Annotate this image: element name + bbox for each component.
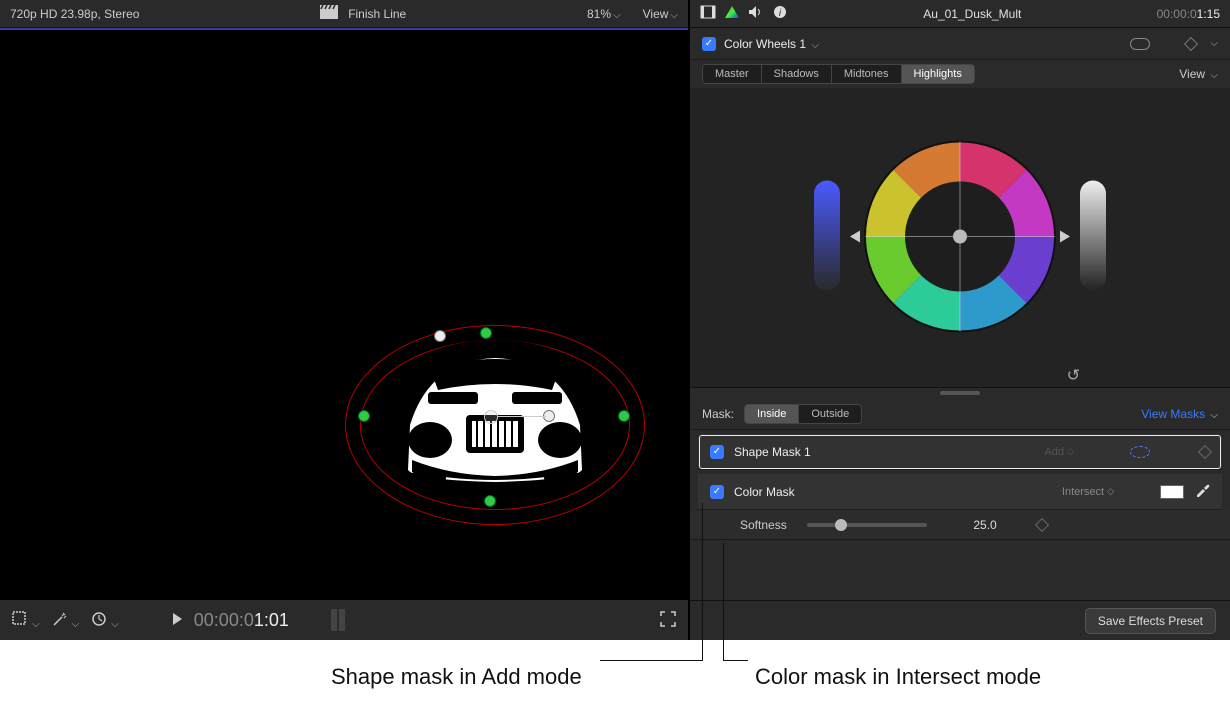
save-effects-preset-button[interactable]: Save Effects Preset bbox=[1085, 608, 1216, 634]
keyframe-icon[interactable] bbox=[1184, 36, 1198, 50]
color-mask-name: Color Mask bbox=[734, 485, 795, 499]
eyedropper-icon[interactable] bbox=[1194, 482, 1210, 501]
audio-meters bbox=[331, 609, 345, 631]
color-mask-checkbox[interactable]: ✓ bbox=[710, 485, 724, 499]
inspector-panel: i Au_01_Dusk_Mult 00:00:01:15 ✓ Color Wh… bbox=[690, 0, 1230, 640]
viewer-toolbar: 720p HD 23.98p, Stereo Finish Line 81%⌵ … bbox=[0, 0, 688, 28]
view-masks-dropdown[interactable]: View Masks ⌵ bbox=[1141, 407, 1218, 421]
viewer-canvas[interactable] bbox=[0, 28, 688, 600]
saturation-arc[interactable] bbox=[814, 180, 840, 290]
clip-name: Finish Line bbox=[348, 7, 406, 21]
viewer-transport-bar: ⌵ ⌵ ⌵ 00:00:01:01 bbox=[0, 600, 688, 640]
brightness-arc[interactable] bbox=[1080, 180, 1106, 290]
mask-radius-line bbox=[498, 416, 546, 417]
shape-mask-keyframe-icon[interactable] bbox=[1198, 444, 1212, 458]
clapperboard-icon bbox=[320, 5, 338, 22]
mask-center-handle[interactable] bbox=[484, 410, 498, 424]
wheel-tab-shadows[interactable]: Shadows bbox=[762, 65, 832, 83]
mask-mode-segmented: Inside Outside bbox=[744, 404, 862, 424]
softness-keyframe-icon[interactable] bbox=[1035, 517, 1049, 531]
viewer-panel: 720p HD 23.98p, Stereo Finish Line 81%⌵ … bbox=[0, 0, 690, 640]
inspector-footer: Save Effects Preset bbox=[690, 600, 1230, 640]
wheel-tabs-segmented: Master Shadows Midtones Highlights bbox=[702, 64, 975, 84]
annotation-color-label: Color mask in Intersect mode bbox=[755, 664, 1041, 690]
retime-tool-dropdown[interactable]: ⌵ bbox=[91, 611, 119, 630]
shape-mask-ellipse-icon[interactable] bbox=[1130, 446, 1150, 458]
softness-slider[interactable] bbox=[807, 523, 927, 527]
viewer-timecode[interactable]: 00:00:01:01 bbox=[194, 610, 289, 631]
softness-row: Softness 25.0 bbox=[690, 510, 1230, 540]
annotation-leader-color bbox=[723, 543, 724, 660]
mask-header-row: Mask: Inside Outside View Masks ⌵ bbox=[690, 398, 1230, 430]
color-mask-swatch[interactable] bbox=[1160, 485, 1184, 499]
shape-mask-checkbox[interactable]: ✓ bbox=[710, 445, 724, 459]
annotation-leader-shape bbox=[702, 503, 703, 660]
mask-handle-right[interactable] bbox=[618, 410, 630, 422]
zoom-dropdown[interactable]: 81%⌵ bbox=[587, 7, 621, 21]
shape-mask-name: Shape Mask 1 bbox=[734, 445, 811, 459]
color-wheel[interactable] bbox=[840, 116, 1080, 356]
fullscreen-icon[interactable] bbox=[660, 611, 676, 630]
mask-handle-top-inner[interactable] bbox=[480, 327, 492, 339]
shape-mask-row[interactable]: ✓ Shape Mask 1 Add ◇ bbox=[698, 434, 1222, 470]
mask-handle-left[interactable] bbox=[358, 410, 370, 422]
mask-handle-top[interactable] bbox=[434, 330, 446, 342]
annotation-shape-label: Shape mask in Add mode bbox=[331, 664, 582, 690]
wheel-tab-midtones[interactable]: Midtones bbox=[832, 65, 902, 83]
mask-mode-inside[interactable]: Inside bbox=[745, 405, 799, 423]
effect-name-dropdown[interactable]: Color Wheels 1 ⌵ bbox=[724, 37, 819, 51]
color-wheel-area: ↺ bbox=[690, 88, 1230, 388]
wheel-tab-master[interactable]: Master bbox=[703, 65, 762, 83]
color-icon[interactable] bbox=[724, 5, 740, 22]
color-mask-mode-dropdown[interactable]: Intersect ◇ bbox=[1056, 484, 1120, 500]
mask-handle-bottom[interactable] bbox=[484, 495, 496, 507]
wheel-tab-row: Master Shadows Midtones Highlights View … bbox=[690, 60, 1230, 88]
play-button[interactable] bbox=[173, 613, 182, 628]
view-dropdown[interactable]: View⌵ bbox=[643, 7, 678, 21]
info-icon[interactable]: i bbox=[772, 5, 788, 22]
inspector-tabs: i Au_01_Dusk_Mult 00:00:01:15 bbox=[690, 0, 1230, 28]
wheel-tab-highlights[interactable]: Highlights bbox=[902, 65, 974, 83]
speaker-icon[interactable] bbox=[748, 5, 764, 22]
shape-mask-mode-dropdown[interactable]: Add ◇ bbox=[1039, 444, 1081, 460]
enhance-tool-dropdown[interactable]: ⌵ bbox=[52, 611, 80, 630]
film-icon[interactable] bbox=[700, 5, 716, 22]
panel-divider[interactable] bbox=[940, 391, 980, 395]
softness-value[interactable]: 25.0 bbox=[947, 518, 997, 532]
effect-header: ✓ Color Wheels 1 ⌵ ⌵ bbox=[690, 28, 1230, 60]
inspector-clip-title: Au_01_Dusk_Mult bbox=[796, 7, 1149, 21]
effect-options-dropdown[interactable]: ⌵ bbox=[1210, 38, 1218, 49]
reset-wheel-icon[interactable]: ↺ bbox=[1067, 365, 1080, 385]
annotation-labels: Shape mask in Add mode Color mask in Int… bbox=[0, 648, 1230, 708]
mask-shape-icon[interactable] bbox=[1130, 38, 1150, 50]
crop-tool-dropdown[interactable]: ⌵ bbox=[12, 611, 40, 630]
wheel-view-dropdown[interactable]: View ⌵ bbox=[1179, 67, 1218, 81]
inspector-timecode: 00:00:01:15 bbox=[1157, 7, 1220, 21]
mask-label: Mask: bbox=[702, 407, 734, 421]
mask-mode-outside[interactable]: Outside bbox=[799, 405, 861, 423]
format-label: 720p HD 23.98p, Stereo bbox=[10, 7, 139, 21]
softness-label: Softness bbox=[740, 518, 787, 532]
effect-enable-checkbox[interactable]: ✓ bbox=[702, 37, 716, 51]
color-mask-row[interactable]: ✓ Color Mask Intersect ◇ bbox=[698, 474, 1222, 510]
